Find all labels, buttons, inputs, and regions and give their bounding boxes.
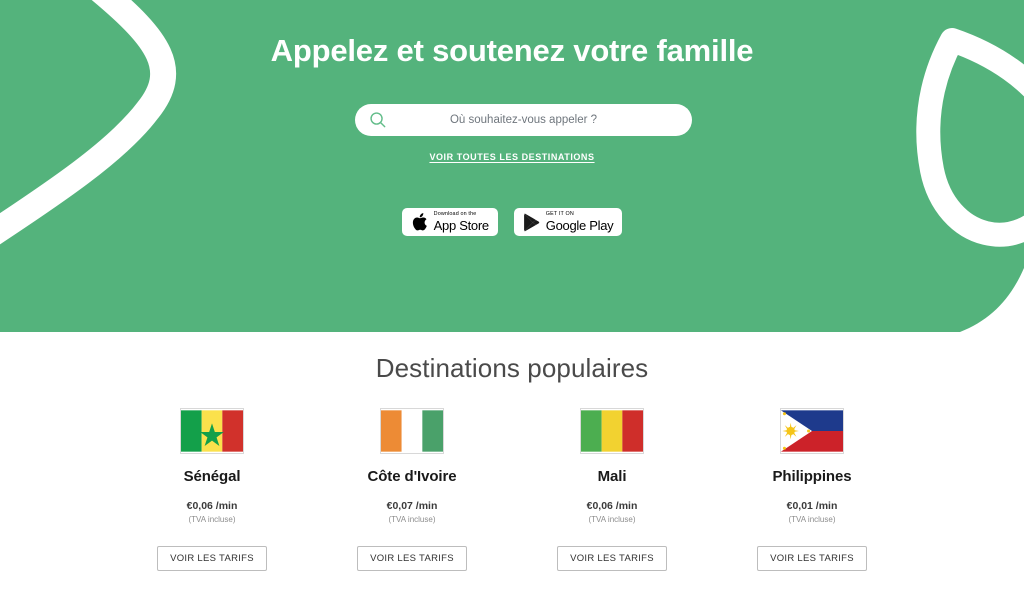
search-input[interactable] — [355, 105, 692, 135]
destination-card-philippines[interactable]: Philippines €0,01 /min (TVA incluse) VOI… — [712, 408, 912, 571]
country-name: Mali — [597, 468, 627, 485]
destination-card-mali[interactable]: Mali €0,06 /min (TVA incluse) VOIR LES T… — [512, 408, 712, 571]
popular-destinations-section: Destinations populaires Sénégal €0,06 /m… — [0, 332, 1024, 571]
destination-card-cote-divoire[interactable]: Côte d'Ivoire €0,07 /min (TVA incluse) V… — [312, 408, 512, 571]
view-tariffs-button[interactable]: VOIR LES TARIFS — [157, 546, 267, 571]
price-label: €0,01 /min — [786, 500, 838, 512]
vat-note: (TVA incluse) — [588, 515, 636, 524]
flag-mali-icon — [580, 408, 644, 454]
vat-note: (TVA incluse) — [188, 515, 236, 524]
destination-cards: Sénégal €0,06 /min (TVA incluse) VOIR LE… — [0, 408, 1024, 571]
flag-cote-divoire-icon — [380, 408, 444, 454]
all-destinations-container: VOIR TOUTES LES DESTINATIONS — [0, 147, 1024, 165]
view-tariffs-button[interactable]: VOIR LES TARIFS — [557, 546, 667, 571]
google-play-badge[interactable]: GET IT ON Google Play — [513, 208, 623, 236]
app-store-top-label: Download on the — [433, 211, 477, 218]
hero-banner: Appelez et soutenez votre famille VOIR T… — [0, 0, 1024, 332]
destination-card-senegal[interactable]: Sénégal €0,06 /min (TVA incluse) VOIR LE… — [112, 408, 312, 571]
search-icon — [370, 112, 386, 128]
country-name: Côte d'Ivoire — [367, 468, 457, 485]
view-tariffs-button[interactable]: VOIR LES TARIFS — [357, 546, 467, 571]
page-title: Appelez et soutenez votre famille — [270, 33, 754, 68]
store-badges: Download on the App Store GET IT ON Goog… — [0, 208, 1024, 236]
price-label: €0,07 /min — [386, 500, 438, 512]
country-name: Philippines — [772, 468, 852, 485]
price-label: €0,06 /min — [186, 500, 238, 512]
google-play-badge-text: GET IT ON Google Play — [545, 211, 614, 233]
flag-senegal-icon — [180, 408, 244, 454]
country-name: Sénégal — [183, 468, 241, 485]
google-play-top-label: GET IT ON — [545, 211, 574, 218]
flag-philippines-icon — [780, 408, 844, 454]
google-play-icon — [523, 213, 540, 231]
section-title: Destinations populaires — [375, 353, 649, 383]
google-play-main-label: Google Play — [545, 217, 614, 233]
apple-icon — [412, 213, 427, 231]
all-destinations-link[interactable]: VOIR TOUTES LES DESTINATIONS — [429, 152, 594, 162]
app-store-badge[interactable]: Download on the App Store — [401, 208, 498, 236]
app-store-main-label: App Store — [433, 217, 489, 233]
vat-note: (TVA incluse) — [388, 515, 436, 524]
view-tariffs-button[interactable]: VOIR LES TARIFS — [757, 546, 867, 571]
price-label: €0,06 /min — [586, 500, 638, 512]
vat-note: (TVA incluse) — [788, 515, 836, 524]
search-bar[interactable] — [355, 104, 692, 136]
app-store-badge-text: Download on the App Store — [433, 211, 489, 233]
